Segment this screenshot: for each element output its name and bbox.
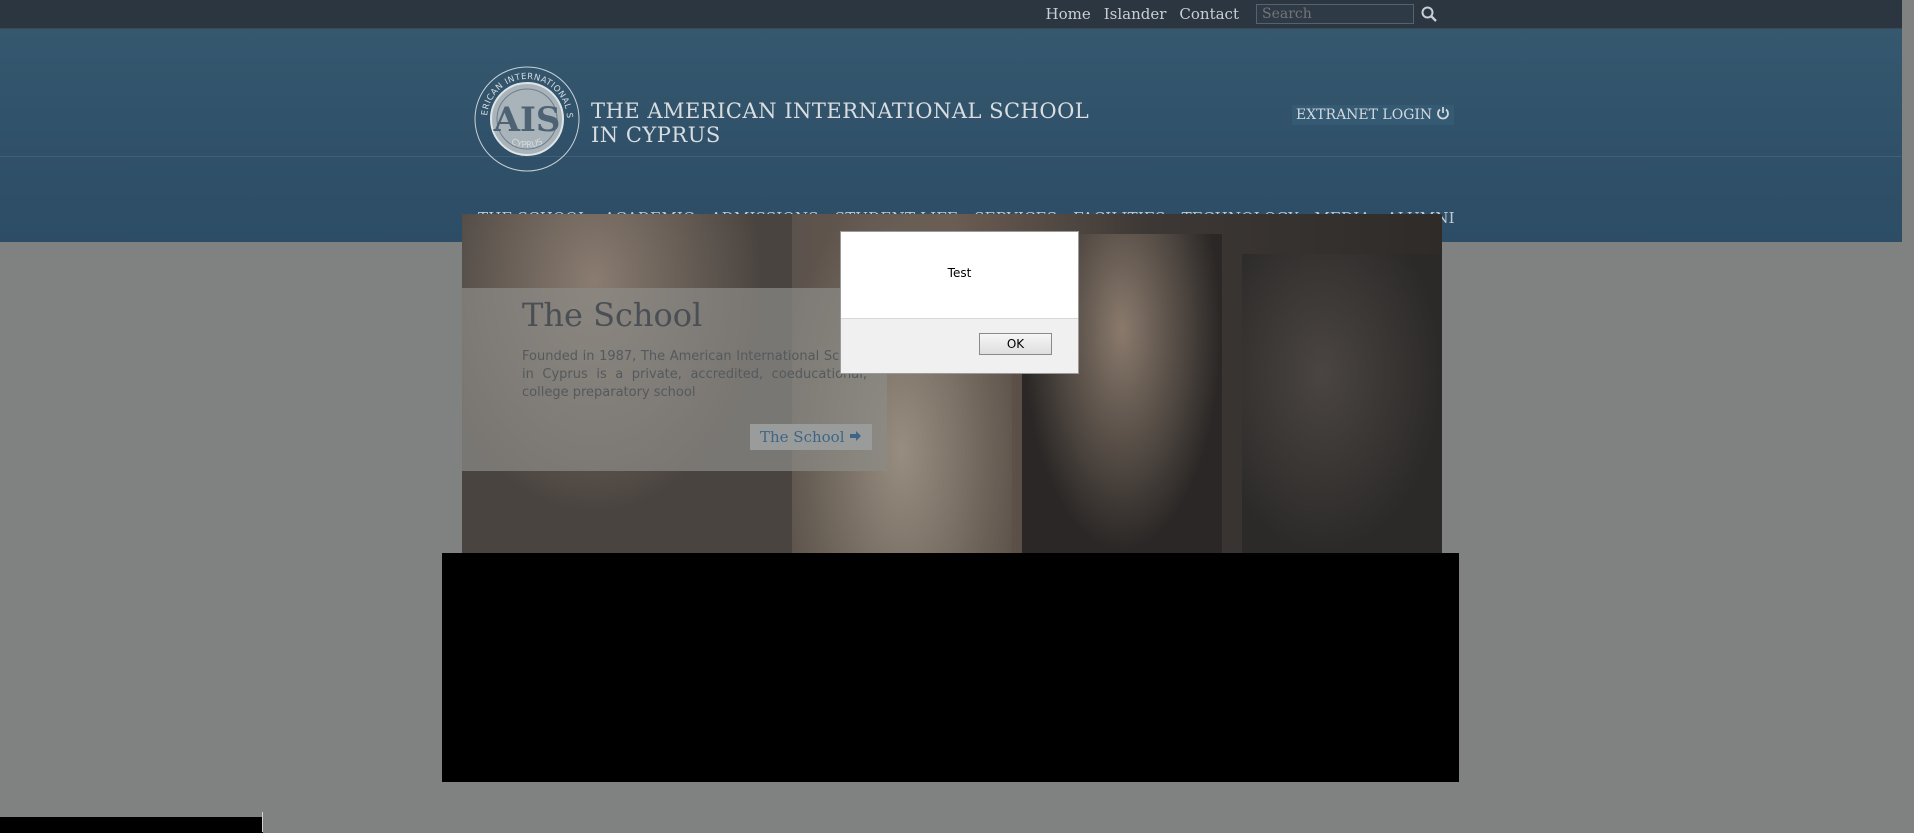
video-placeholder [442,553,1459,782]
text-cursor-icon [262,812,263,832]
extranet-login-label: EXTRANET LOGIN [1296,107,1433,123]
school-name[interactable]: THE AMERICAN INTERNATIONAL SCHOOL IN CYP… [591,99,1089,147]
search-input[interactable] [1256,4,1414,24]
header-divider [0,156,1902,157]
power-icon [1436,106,1450,124]
alert-message: Test [947,266,972,280]
top-utility-bar: Home Islander Contact [0,0,1902,29]
school-logo[interactable]: AIS THE AMERICAN INTERNATIONAL SCHOOL CY… [469,58,581,173]
hero-the-school-button[interactable]: The School [750,424,872,450]
islander-link[interactable]: Islander [1104,5,1167,23]
search-box [1256,3,1440,25]
hero-description: Founded in 1987, The American Internatio… [522,349,867,400]
school-name-line1: THE AMERICAN INTERNATIONAL SCHOOL [591,99,1090,123]
bottom-black-strip [0,817,263,833]
hero-photo-region [1242,254,1442,553]
top-links: Home Islander Contact [1033,0,1239,28]
logo-monogram: AIS [493,100,561,140]
site-header: AIS THE AMERICAN INTERNATIONAL SCHOOL CY… [0,29,1902,242]
school-name-line2: IN CYPRUS [591,123,721,147]
hero-title: The School [522,296,703,334]
contact-link[interactable]: Contact [1179,5,1239,23]
hero-button-label: The School [760,428,845,446]
alert-dialog-body: Test [841,232,1078,319]
home-link[interactable]: Home [1046,5,1091,23]
search-icon[interactable] [1418,3,1440,25]
hero-caption-panel: The School Founded in 1987, The American… [462,288,887,471]
extranet-login-button[interactable]: EXTRANET LOGIN [1292,105,1455,125]
arrow-right-icon [849,428,862,446]
alert-dialog: Test OK [840,231,1079,374]
ok-button[interactable]: OK [979,333,1052,355]
